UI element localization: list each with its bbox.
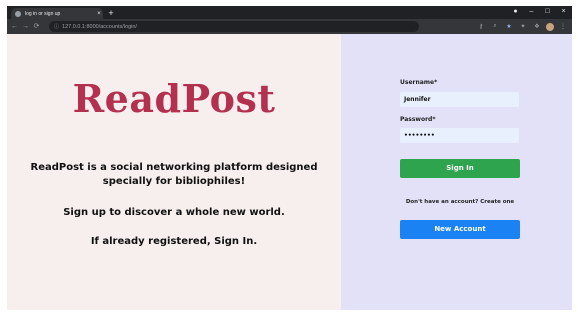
back-icon[interactable]: ←: [9, 19, 20, 34]
address-bar[interactable]: ⓘ 127.0.0.1:8000/accounts/login/: [49, 21, 419, 32]
star-icon[interactable]: ★: [504, 23, 514, 30]
key-icon[interactable]: ⚷: [476, 23, 486, 30]
zoom-icon[interactable]: ⌕: [490, 23, 500, 30]
url-text[interactable]: 127.0.0.1:8000/accounts/login/: [62, 24, 137, 30]
maximize-icon[interactable]: □: [543, 7, 552, 17]
menu-icon[interactable]: ⋮: [558, 23, 568, 30]
password-label: Password*: [400, 116, 436, 123]
create-account-link[interactable]: Don't have an account? Create one: [400, 199, 520, 205]
tagline-signin: If already registered, Sign In.: [90, 236, 258, 247]
extensions-puzzle-icon[interactable]: ❖: [532, 23, 542, 30]
tab-title: log in or sign up: [25, 10, 61, 17]
info-icon[interactable]: ⓘ: [54, 23, 59, 30]
reload-icon[interactable]: ⟳: [31, 19, 42, 34]
brand-logo: ReadPost: [72, 76, 276, 121]
intro-pane: ReadPost ReadPost is a social networking…: [7, 34, 341, 310]
username-field[interactable]: Jennifer: [400, 92, 519, 107]
browser-toolbar: ← → ⟳ ⓘ 127.0.0.1:8000/accounts/login/ ⚷…: [7, 19, 572, 34]
forward-icon[interactable]: →: [20, 19, 31, 34]
tab-login[interactable]: log in or sign up ×: [11, 8, 103, 19]
username-label: Username*: [400, 79, 438, 86]
screenshot-frame: log in or sign up × + ● – □ × ← → ⟳ ⓘ 12…: [0, 0, 578, 314]
new-tab-button[interactable]: +: [106, 8, 116, 18]
tagline-description: ReadPost is a social networking platform…: [30, 162, 318, 187]
tab-strip: log in or sign up × + ● – □ ×: [7, 6, 572, 19]
close-window-icon[interactable]: ×: [559, 7, 568, 17]
login-pane: Username* Jennifer Password* •••••••• Si…: [341, 34, 572, 310]
sign-in-button[interactable]: Sign In: [400, 159, 520, 178]
globe-icon: [15, 10, 21, 17]
close-tab-icon[interactable]: ×: [95, 10, 103, 18]
extension-icon[interactable]: ✦: [518, 23, 528, 30]
tagline-signup: Sign up to discover a whole new world.: [63, 207, 285, 218]
profile-avatar[interactable]: [546, 22, 554, 31]
minimize-icon[interactable]: –: [527, 7, 536, 17]
window-controls: ● – □ ×: [511, 7, 568, 17]
password-field[interactable]: ••••••••: [400, 128, 519, 143]
toolbar-actions: ⚷ ⌕ ★ ✦ ❖ ⋮: [476, 21, 568, 32]
new-account-button[interactable]: New Account: [400, 220, 520, 239]
page-content: ReadPost ReadPost is a social networking…: [7, 34, 572, 310]
record-icon[interactable]: ●: [511, 7, 520, 17]
browser-window: log in or sign up × + ● – □ × ← → ⟳ ⓘ 12…: [7, 6, 572, 310]
